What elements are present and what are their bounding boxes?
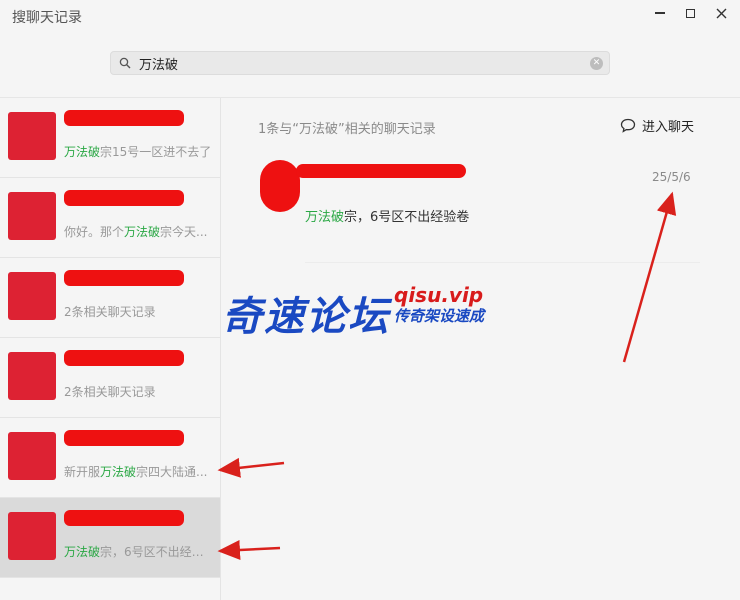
maximize-button[interactable] [677, 4, 703, 22]
conversation-name-redacted [64, 110, 184, 126]
avatar-redacted [8, 432, 56, 480]
message-keyword-highlight: 万法破 [305, 210, 345, 225]
watermark-url: qisu.vip [394, 283, 484, 307]
conversation-name-redacted [64, 350, 184, 366]
watermark-brand: 奇速论坛 [222, 294, 390, 340]
title-bar: 搜聊天记录 [0, 0, 740, 34]
conversation-name-redacted [64, 270, 184, 286]
conversation-item[interactable]: 2条相关聊天记录 [0, 258, 220, 338]
chat-bubble-icon [620, 118, 636, 133]
conversation-item[interactable]: 万法破宗15号一区进不去了 [0, 98, 220, 178]
conversation-snippet: 万法破宗，6号区不出经验... [64, 543, 214, 560]
snippet-text: 2条相关聊天记录 [64, 305, 156, 319]
result-count-header: 1条与“万法破”相关的聊天记录 [258, 122, 436, 137]
conversation-snippet: 万法破宗15号一区进不去了 [64, 143, 214, 160]
message-date: 25/5/6 [652, 170, 691, 184]
conversation-item[interactable]: 2条相关聊天记录 [0, 338, 220, 418]
conversation-snippet: 新开服万法破宗四大陆通... [64, 463, 214, 480]
avatar-redacted [8, 512, 56, 560]
message-avatar-redacted [260, 160, 300, 212]
watermark-logo: 奇速论坛 qisu.vip 传奇架设速成 [222, 284, 484, 342]
conversation-list: 万法破宗15号一区进不去了 你好。那个万法破宗今天... 2条相关聊天记录 2条相关聊… [0, 98, 221, 600]
close-icon [716, 8, 726, 18]
message-text-rest: 宗，6号区不出经验卷 [344, 210, 470, 225]
conversation-item[interactable]: 新开服万法破宗四大陆通... [0, 418, 220, 498]
close-button[interactable] [708, 4, 734, 22]
avatar-redacted [8, 192, 56, 240]
search-input[interactable] [139, 52, 590, 74]
snippet-text-rest: 宗，6号区不出经验... [100, 545, 214, 559]
conversation-snippet: 2条相关聊天记录 [64, 383, 214, 400]
avatar-redacted [8, 352, 56, 400]
conversation-name-redacted [64, 430, 184, 446]
snippet-keyword-highlight: 万法破 [64, 145, 101, 159]
snippet-keyword-highlight: 万法破 [124, 225, 161, 239]
message-text[interactable]: 万法破宗，6号区不出经验卷 [305, 206, 469, 225]
conversation-snippet: 你好。那个万法破宗今天... [64, 223, 214, 240]
enter-chat-label: 进入聊天 [642, 120, 695, 135]
avatar-redacted [8, 272, 56, 320]
snippet-keyword-highlight: 万法破 [64, 545, 101, 559]
snippet-text: 新开服 [64, 465, 101, 479]
conversation-snippet: 2条相关聊天记录 [64, 303, 214, 320]
conversation-item[interactable]: 你好。那个万法破宗今天... [0, 178, 220, 258]
result-detail-panel: 1条与“万法破”相关的聊天记录 进入聊天 25/5/6 万法破宗，6号区不出经验… [222, 98, 740, 600]
search-icon [111, 57, 139, 69]
window-title: 搜聊天记录 [12, 10, 82, 26]
snippet-text-rest: 宗四大陆通... [136, 465, 208, 479]
snippet-keyword-highlight: 万法破 [100, 465, 137, 479]
message-sender-redacted [296, 164, 466, 178]
message-divider [305, 262, 700, 263]
snippet-text: 2条相关聊天记录 [64, 385, 156, 399]
search-box[interactable]: ✕ [110, 51, 610, 75]
enter-chat-button[interactable]: 进入聊天 [620, 116, 694, 135]
clear-search-icon[interactable]: ✕ [590, 56, 603, 70]
conversation-name-redacted [64, 510, 184, 526]
snippet-text-rest: 宗15号一区进不去了 [100, 145, 212, 159]
avatar-redacted [8, 112, 56, 160]
snippet-text: 你好。那个 [64, 225, 125, 239]
minimize-button[interactable] [647, 4, 673, 22]
conversation-item[interactable]: 万法破宗，6号区不出经验... [0, 498, 220, 578]
watermark-slogan: 传奇架设速成 [394, 307, 485, 325]
maximize-icon [685, 8, 695, 18]
minimize-icon [655, 12, 665, 14]
conversation-name-redacted [64, 190, 184, 206]
snippet-text-rest: 宗今天... [160, 225, 208, 239]
